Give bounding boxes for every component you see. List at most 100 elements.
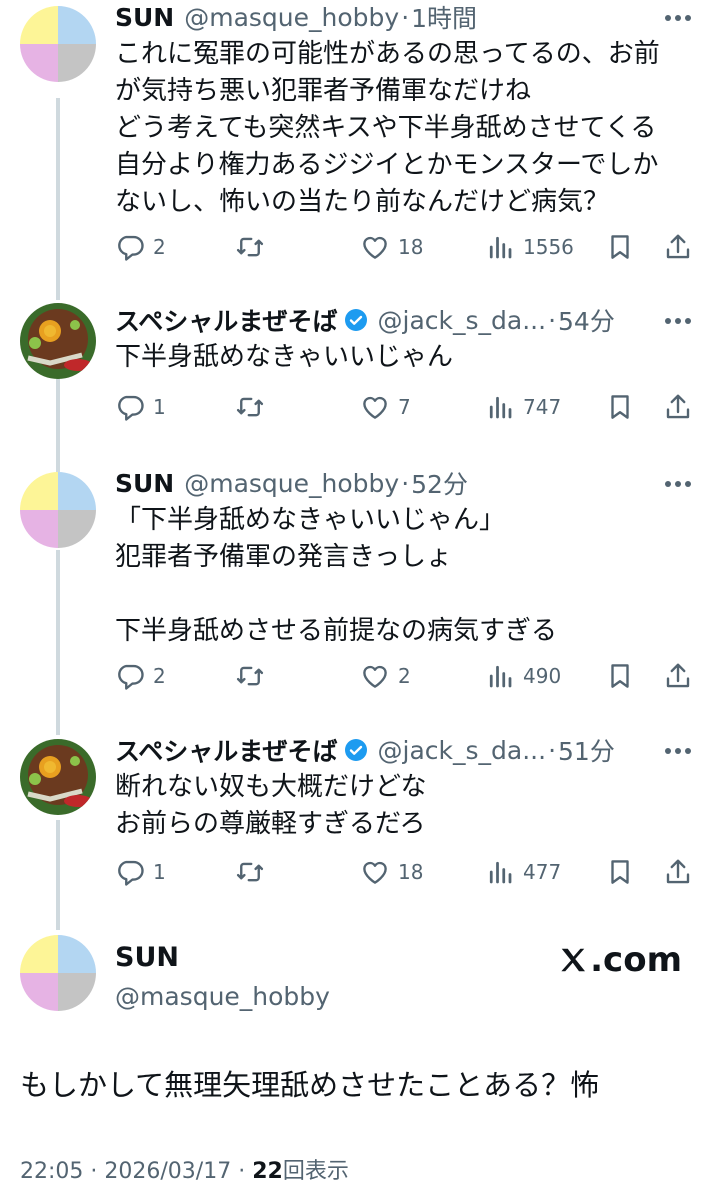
tweet-header: SUN @masque_hobby · 1時間: [115, 0, 696, 34]
timestamp[interactable]: 54分: [558, 302, 615, 338]
tweet-header: SUN @masque_hobby · 52分: [115, 466, 696, 500]
separator: ·: [238, 1159, 246, 1184]
avatar[interactable]: [20, 472, 96, 548]
separator: ·: [401, 468, 410, 498]
more-icon[interactable]: [664, 14, 692, 22]
display-name[interactable]: SUN: [115, 469, 174, 498]
tweet-text: 「下半身舐めなきゃいいじゃん」 犯罪者予備軍の発言きっしょ 下半身舐めさせる前提…: [115, 505, 558, 646]
views-button[interactable]: 747: [485, 392, 561, 422]
retweet-button[interactable]: [235, 857, 273, 887]
reply-button[interactable]: 1: [115, 392, 166, 422]
tweet[interactable]: SUN @masque_hobby · 1時間 これに冤罪の可能性があるの思って…: [0, 0, 712, 290]
heart-icon: [363, 665, 387, 688]
views-icon: [489, 665, 512, 688]
tweet[interactable]: SUN @masque_hobby · 52分 「下半身舐めなきゃいいじゃん」 …: [0, 466, 712, 706]
views-button[interactable]: 477: [485, 857, 561, 887]
reply-icon: [118, 860, 144, 886]
tweet-text: これに冤罪の可能性があるの思ってるの、お前 が気持ち悪い犯罪者予備軍なだけね ど…: [115, 39, 660, 217]
heart-icon: [363, 236, 387, 259]
display-name[interactable]: スペシャルまぜそば: [115, 732, 338, 768]
user-handle[interactable]: @masque_hobby: [115, 982, 330, 1011]
share-icon: [666, 859, 690, 884]
like-button[interactable]: 7: [360, 392, 411, 422]
post-date[interactable]: 2026/03/17: [104, 1159, 231, 1184]
bookmark-icon: [611, 235, 629, 259]
reply-button[interactable]: 2: [115, 661, 166, 691]
avatar[interactable]: [20, 6, 96, 82]
tweet-header: スペシャルまぜそば @jack_s_da... · 54分: [115, 303, 696, 337]
views-button[interactable]: 1556: [485, 232, 574, 262]
views-count: 22: [252, 1159, 283, 1184]
like-button[interactable]: 18: [360, 857, 423, 887]
reply-count: 2: [153, 664, 166, 688]
avatar[interactable]: [20, 739, 96, 815]
bookmark-icon: [611, 664, 629, 688]
more-icon[interactable]: [664, 317, 692, 325]
more-icon[interactable]: [664, 747, 692, 755]
display-name[interactable]: SUN: [115, 940, 330, 976]
separator: ·: [401, 2, 410, 32]
reply-button[interactable]: 1: [115, 857, 166, 887]
action-bar: 1 7 747: [115, 392, 693, 424]
tweet-header: スペシャルまぜそば @jack_s_da... · 51分: [115, 733, 696, 767]
like-count: 18: [398, 235, 424, 259]
reply-count: 1: [153, 395, 166, 419]
views-button[interactable]: 490: [485, 661, 561, 691]
avatar[interactable]: [20, 303, 96, 379]
retweet-icon: [236, 666, 264, 686]
bookmark-icon: [611, 860, 629, 884]
verified-badge-icon: [344, 309, 367, 331]
display-name[interactable]: スペシャルまぜそば: [115, 302, 338, 338]
retweet-button[interactable]: [235, 232, 273, 262]
x-logo-icon: [561, 948, 586, 972]
views-count: 747: [523, 395, 562, 419]
retweet-icon: [236, 397, 264, 417]
main-tweet-text: もしかして無理矢理舐めさせたことある？怖: [20, 1068, 600, 1102]
retweet-icon: [236, 862, 264, 882]
heart-icon: [363, 861, 387, 884]
bookmark-icon: [611, 395, 629, 419]
timestamp[interactable]: 51分: [558, 732, 615, 768]
user-handle[interactable]: @jack_s_da...: [378, 306, 547, 335]
retweet-button[interactable]: [235, 392, 273, 422]
bookmark-button[interactable]: [605, 661, 635, 691]
separator: ·: [548, 305, 557, 335]
reply-button[interactable]: 2: [115, 232, 166, 262]
views-icon: [489, 396, 512, 419]
main-tweet-header: SUN @masque_hobby: [115, 940, 330, 1011]
tweet-meta: 22:05 · 2026/03/17 · 22回表示: [20, 1153, 349, 1185]
avatar[interactable]: [20, 935, 96, 1011]
separator: ·: [90, 1159, 98, 1184]
tweet[interactable]: スペシャルまぜそば @jack_s_da... · 51分 断れない奴も大概だけ…: [0, 733, 712, 903]
display-name[interactable]: SUN: [115, 3, 174, 32]
like-button[interactable]: 2: [360, 661, 411, 691]
action-bar: 2 2 490: [115, 661, 693, 693]
verified-badge-icon: [344, 739, 367, 761]
timestamp[interactable]: 52分: [411, 465, 468, 501]
timestamp[interactable]: 1時間: [411, 0, 477, 35]
share-button[interactable]: [663, 857, 693, 887]
reply-icon: [118, 395, 144, 421]
user-handle[interactable]: @masque_hobby: [184, 469, 399, 498]
like-count: 2: [398, 664, 411, 688]
views-count: 477: [523, 860, 562, 884]
share-button[interactable]: [663, 661, 693, 691]
like-button[interactable]: 18: [360, 232, 423, 262]
user-handle[interactable]: @jack_s_da...: [378, 736, 547, 765]
post-time[interactable]: 22:05: [20, 1159, 83, 1184]
share-button[interactable]: [663, 232, 693, 262]
user-handle[interactable]: @masque_hobby: [184, 3, 399, 32]
retweet-icon: [236, 237, 264, 257]
tweet-text: 断れない奴も大概だけどな お前らの尊厳軽すぎるだろ: [115, 772, 427, 839]
views-label: 回表示: [282, 1159, 349, 1184]
bookmark-button[interactable]: [605, 392, 635, 422]
retweet-button[interactable]: [235, 661, 273, 691]
action-bar: 2 18 1556: [115, 232, 693, 264]
tweet[interactable]: スペシャルまぜそば @jack_s_da... · 54分 下半身舐めなきゃいい…: [0, 303, 712, 443]
more-icon[interactable]: [664, 480, 692, 488]
bookmark-button[interactable]: [605, 232, 635, 262]
reply-icon: [118, 235, 144, 261]
heart-icon: [363, 396, 387, 419]
bookmark-button[interactable]: [605, 857, 635, 887]
share-button[interactable]: [663, 392, 693, 422]
